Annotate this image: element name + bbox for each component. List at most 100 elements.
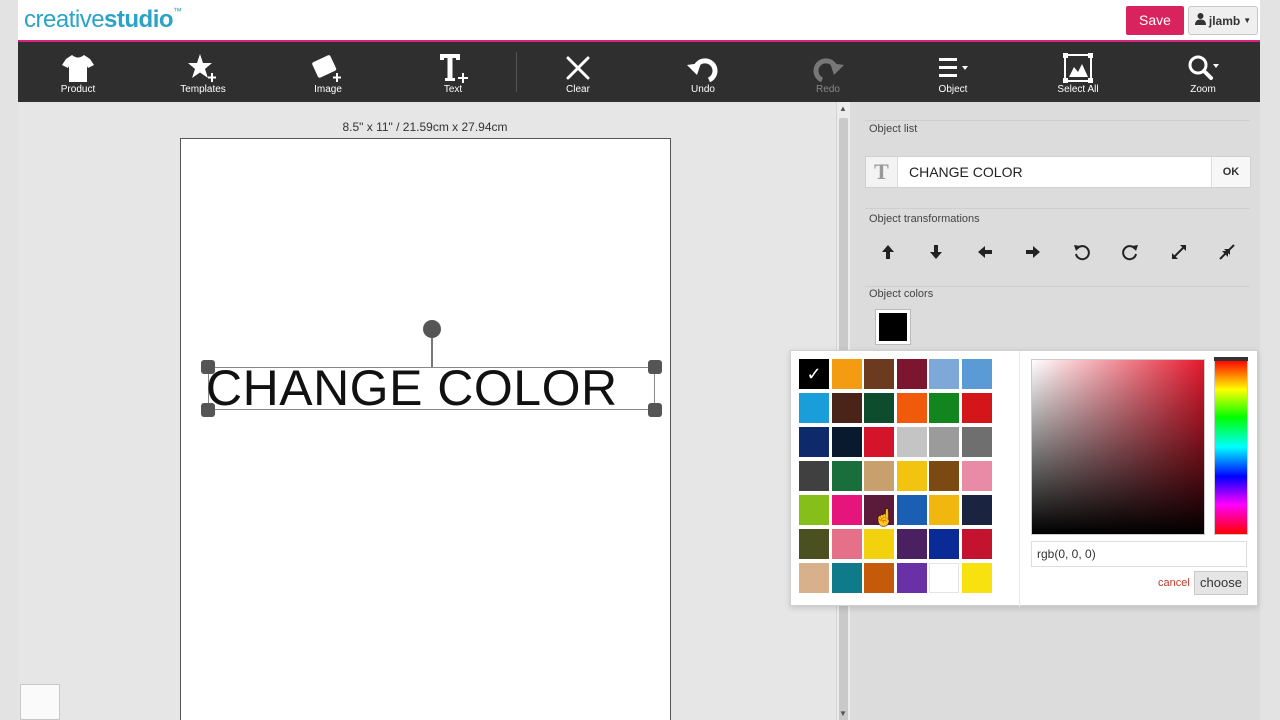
rotate-left-icon[interactable]: [1064, 234, 1100, 270]
color-swatch[interactable]: [864, 529, 894, 559]
zoom-button[interactable]: Zoom: [1158, 42, 1248, 102]
color-swatch[interactable]: [961, 393, 992, 423]
resize-handle-top-right[interactable]: [648, 360, 662, 374]
hamburger-icon: [937, 50, 969, 86]
object-text-input[interactable]: [901, 159, 1209, 185]
color-swatch[interactable]: [799, 495, 829, 525]
logo-text-studio: studio: [104, 6, 174, 33]
color-swatch[interactable]: [896, 427, 927, 457]
color-swatch[interactable]: [864, 461, 894, 491]
ok-button[interactable]: OK: [1211, 157, 1250, 187]
color-swatch[interactable]: [864, 563, 894, 593]
app-logo[interactable]: creativestudio™: [24, 6, 182, 34]
choose-button[interactable]: choose: [1194, 571, 1248, 595]
color-swatch[interactable]: [929, 359, 959, 389]
select-all-button[interactable]: Select All: [1033, 42, 1123, 102]
page-dimensions: 8.5" x 11" / 21.59cm x 27.94cm: [342, 120, 508, 134]
resize-handle-bottom-left[interactable]: [201, 403, 215, 417]
color-swatch[interactable]: [831, 529, 862, 559]
logo-trademark: ™: [173, 6, 182, 16]
user-menu-button[interactable]: jlamb ▼: [1188, 6, 1258, 35]
rotation-handle[interactable]: [423, 320, 441, 338]
hue-slider-handle[interactable]: [1214, 357, 1248, 361]
color-swatch[interactable]: [896, 495, 927, 525]
clear-x-icon: [564, 50, 592, 86]
transformation-controls: [865, 234, 1255, 270]
color-picker-popup: ✓ cancel choose: [790, 350, 1258, 607]
color-swatch[interactable]: [799, 461, 829, 491]
enlarge-icon[interactable]: [1161, 234, 1197, 270]
color-swatch[interactable]: [799, 529, 829, 559]
save-button[interactable]: Save: [1126, 6, 1184, 35]
page-thumbnail[interactable]: [20, 684, 60, 720]
redo-button[interactable]: Redo: [783, 42, 873, 102]
undo-icon: [687, 50, 719, 86]
color-swatch[interactable]: [831, 393, 862, 423]
cancel-link[interactable]: cancel: [1158, 577, 1190, 589]
section-divider: [865, 286, 1250, 287]
hue-slider[interactable]: [1214, 359, 1248, 535]
move-down-icon[interactable]: [918, 234, 954, 270]
color-swatch[interactable]: [864, 393, 894, 423]
undo-label: Undo: [691, 84, 715, 95]
color-swatch[interactable]: [929, 461, 959, 491]
color-swatch[interactable]: [929, 563, 959, 593]
rotate-right-icon[interactable]: [1112, 234, 1148, 270]
text-plus-icon: [437, 50, 469, 86]
undo-button[interactable]: Undo: [658, 42, 748, 102]
color-swatch[interactable]: [961, 529, 992, 559]
image-button[interactable]: Image: [283, 42, 373, 102]
color-swatch[interactable]: [929, 529, 959, 559]
text-button[interactable]: Text: [408, 42, 498, 102]
color-swatch[interactable]: [831, 495, 862, 525]
color-swatch[interactable]: [864, 427, 894, 457]
color-swatch[interactable]: [961, 563, 992, 593]
canvas-text-object[interactable]: CHANGE COLOR: [206, 360, 658, 416]
clear-button[interactable]: Clear: [533, 42, 623, 102]
color-swatch[interactable]: [896, 529, 927, 559]
color-swatch[interactable]: [864, 359, 894, 389]
move-right-icon[interactable]: [1015, 234, 1051, 270]
templates-button[interactable]: Templates: [158, 42, 248, 102]
color-swatch[interactable]: [799, 563, 829, 593]
scroll-down-icon[interactable]: ▼: [839, 709, 847, 718]
color-swatch[interactable]: ✓: [799, 359, 829, 389]
color-swatch[interactable]: [799, 427, 829, 457]
color-swatch[interactable]: [896, 393, 927, 423]
rgb-value-input[interactable]: [1031, 541, 1247, 567]
color-swatch[interactable]: [961, 427, 992, 457]
select-all-icon: [1063, 50, 1093, 86]
color-swatch[interactable]: [896, 359, 927, 389]
logo-text-creative: creative: [24, 6, 105, 33]
checkmark-icon: ✓: [806, 363, 822, 384]
product-button[interactable]: Product: [33, 42, 123, 102]
color-swatch[interactable]: [831, 563, 862, 593]
move-left-icon[interactable]: [967, 234, 1003, 270]
color-swatch[interactable]: [831, 461, 862, 491]
color-swatch[interactable]: [896, 461, 927, 491]
color-swatch[interactable]: [799, 393, 829, 423]
scroll-up-icon[interactable]: ▲: [839, 104, 847, 113]
magnifier-icon: [1187, 50, 1219, 86]
resize-handle-top-left[interactable]: [201, 360, 215, 374]
design-page[interactable]: [180, 138, 671, 720]
resize-handle-bottom-right[interactable]: [648, 403, 662, 417]
color-swatch[interactable]: [961, 359, 992, 389]
color-swatch[interactable]: [929, 427, 959, 457]
object-list-item[interactable]: T OK: [865, 156, 1251, 188]
object-menu-button[interactable]: Object: [908, 42, 998, 102]
saturation-picker[interactable]: [1031, 359, 1205, 535]
move-up-icon[interactable]: [870, 234, 906, 270]
color-swatch[interactable]: [929, 393, 959, 423]
shrink-icon[interactable]: [1209, 234, 1245, 270]
templates-label: Templates: [180, 84, 226, 95]
popup-divider: [1019, 351, 1020, 607]
color-swatch[interactable]: [961, 495, 992, 525]
color-swatch[interactable]: [929, 495, 959, 525]
color-swatch[interactable]: [831, 427, 862, 457]
color-swatch[interactable]: [831, 359, 862, 389]
current-color-swatch[interactable]: [876, 310, 910, 344]
object-colors-heading: Object colors: [869, 288, 934, 300]
color-swatch[interactable]: [896, 563, 927, 593]
color-swatch[interactable]: [961, 461, 992, 491]
